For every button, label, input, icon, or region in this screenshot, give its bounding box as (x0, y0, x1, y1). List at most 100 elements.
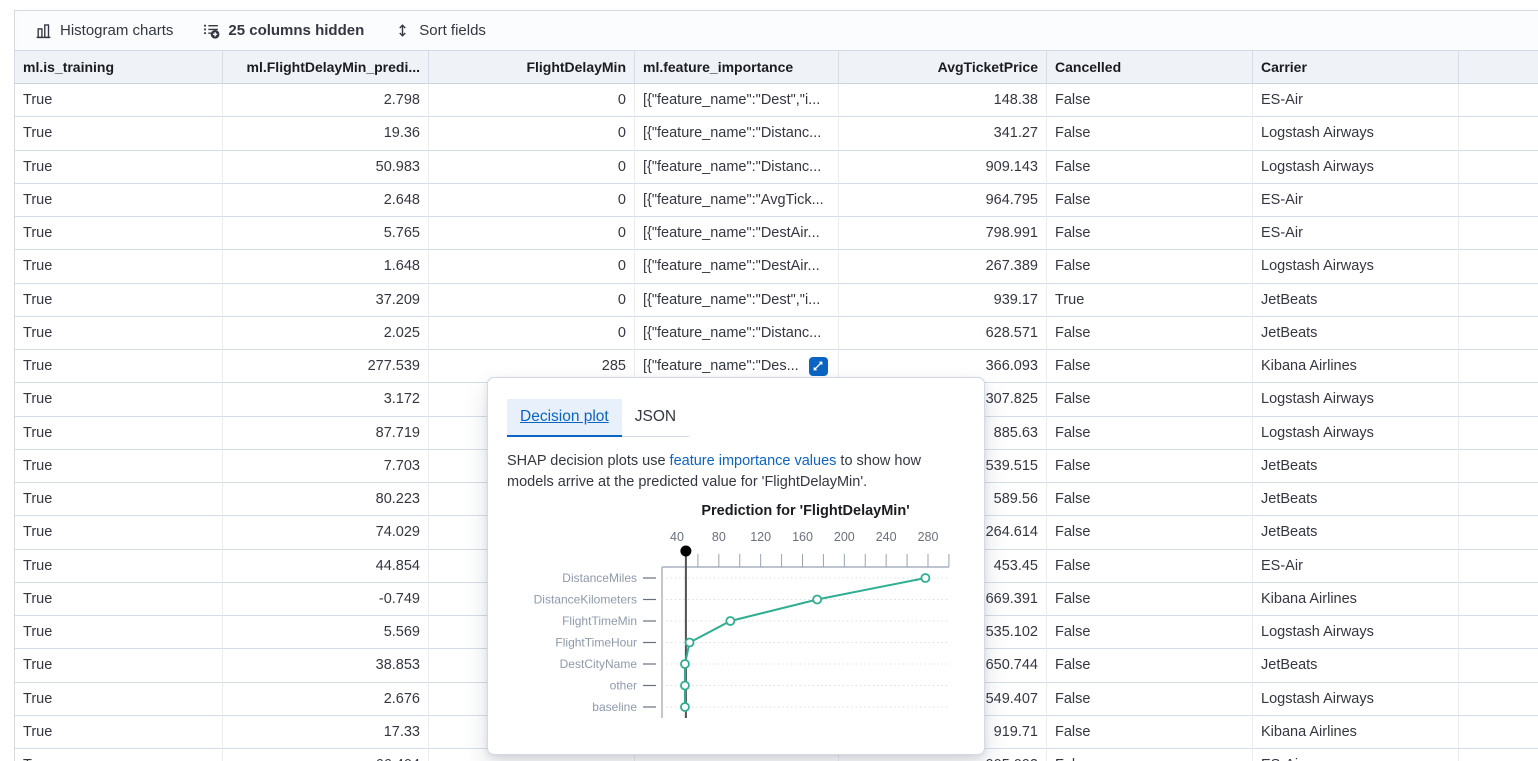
cell-carrier[interactable]: JetBeats (1253, 649, 1459, 682)
cell-actual[interactable]: 0 (429, 184, 635, 217)
cell-actual[interactable]: 0 (429, 250, 635, 283)
cell-training[interactable]: True (15, 317, 223, 350)
cell-training[interactable]: True (15, 284, 223, 317)
cell-carrier[interactable]: ES-Air (1253, 84, 1459, 117)
cell-cancelled[interactable]: False (1047, 649, 1253, 682)
cell-predicted[interactable]: 5.765 (223, 217, 429, 250)
cell-carrier[interactable]: Logstash Airways (1253, 151, 1459, 184)
cell-training[interactable]: True (15, 450, 223, 483)
cell-cancelled[interactable]: False (1047, 550, 1253, 583)
column-header-ml-is-training[interactable]: ml.is_training (15, 51, 223, 83)
cell-training[interactable]: True (15, 151, 223, 184)
cell-predicted[interactable]: 1.648 (223, 250, 429, 283)
cell-training[interactable]: True (15, 250, 223, 283)
cell-price[interactable]: 341.27 (839, 117, 1047, 150)
cell-training[interactable]: True (15, 616, 223, 649)
cell-carrier[interactable]: JetBeats (1253, 483, 1459, 516)
cell-cancelled[interactable]: False (1047, 683, 1253, 716)
cell-actual[interactable]: 0 (429, 317, 635, 350)
cell-importance[interactable]: [{"feature_name":"DestAir... (635, 250, 839, 283)
cell-cancelled[interactable]: False (1047, 350, 1253, 383)
cell-carrier[interactable]: ES-Air (1253, 550, 1459, 583)
cell-predicted[interactable]: 3.172 (223, 383, 429, 416)
cell-carrier[interactable]: Kibana Airlines (1253, 716, 1459, 749)
cell-carrier[interactable]: JetBeats (1253, 317, 1459, 350)
cell-training[interactable]: True (15, 716, 223, 749)
cell-actual[interactable]: 0 (429, 84, 635, 117)
cell-importance[interactable]: [{"feature_name":"Distanc... (635, 317, 839, 350)
columns-hidden-button[interactable]: 25 columns hidden (203, 22, 364, 39)
cell-price[interactable]: 909.143 (839, 151, 1047, 184)
cell-training[interactable]: True (15, 117, 223, 150)
cell-price[interactable]: 628.571 (839, 317, 1047, 350)
cell-importance[interactable]: [{"feature_name":"Distanc... (635, 117, 839, 150)
cell-predicted[interactable]: 2.025 (223, 317, 429, 350)
tab-json[interactable]: JSON (622, 399, 689, 436)
cell-training[interactable]: True (15, 350, 223, 383)
cell-importance[interactable]: [{"feature_name":"Dest","i... (635, 284, 839, 317)
cell-predicted[interactable]: 37.209 (223, 284, 429, 317)
cell-carrier[interactable]: JetBeats (1253, 450, 1459, 483)
cell-actual[interactable]: 0 (429, 284, 635, 317)
cell-cancelled[interactable]: False (1047, 217, 1253, 250)
feature-importance-link[interactable]: feature importance values (670, 453, 837, 469)
cell-cancelled[interactable]: False (1047, 716, 1253, 749)
cell-predicted[interactable]: 2.648 (223, 184, 429, 217)
cell-predicted[interactable]: 50.983 (223, 151, 429, 184)
cell-predicted[interactable]: 2.676 (223, 683, 429, 716)
cell-price[interactable]: 964.795 (839, 184, 1047, 217)
expand-cell-button[interactable] (809, 357, 828, 376)
cell-carrier[interactable]: Logstash Airways (1253, 383, 1459, 416)
cell-training[interactable]: True (15, 583, 223, 616)
cell-predicted[interactable]: -0.749 (223, 583, 429, 616)
cell-training[interactable]: True (15, 84, 223, 117)
cell-predicted[interactable]: 38.853 (223, 649, 429, 682)
cell-carrier[interactable]: Kibana Airlines (1253, 583, 1459, 616)
cell-importance[interactable]: [{"feature_name":"Dest","i... (635, 84, 839, 117)
sort-fields-button[interactable]: Sort fields (394, 22, 486, 39)
cell-price[interactable]: 148.38 (839, 84, 1047, 117)
cell-carrier[interactable]: Logstash Airways (1253, 117, 1459, 150)
column-header-cancelled[interactable]: Cancelled (1047, 51, 1253, 83)
cell-cancelled[interactable]: False (1047, 483, 1253, 516)
cell-predicted[interactable]: 2.798 (223, 84, 429, 117)
cell-cancelled[interactable]: False (1047, 450, 1253, 483)
cell-cancelled[interactable]: False (1047, 84, 1253, 117)
cell-importance[interactable]: [{"feature_name":"AvgTick... (635, 184, 839, 217)
cell-predicted[interactable]: 87.719 (223, 417, 429, 450)
cell-training[interactable]: True (15, 184, 223, 217)
cell-importance[interactable]: [{"feature_name":"DestAir... (635, 217, 839, 250)
cell-price[interactable]: 267.389 (839, 250, 1047, 283)
cell-carrier[interactable]: JetBeats (1253, 516, 1459, 549)
cell-cancelled[interactable]: False (1047, 383, 1253, 416)
cell-predicted[interactable]: 5.569 (223, 616, 429, 649)
column-header-avgticketprice[interactable]: AvgTicketPrice (839, 51, 1047, 83)
cell-predicted[interactable]: 7.703 (223, 450, 429, 483)
column-header-flightdelaymin[interactable]: FlightDelayMin (429, 51, 635, 83)
cell-training[interactable]: True (15, 217, 223, 250)
cell-training[interactable]: True (15, 516, 223, 549)
cell-predicted[interactable]: 17.33 (223, 716, 429, 749)
cell-actual[interactable]: 0 (429, 151, 635, 184)
cell-cancelled[interactable]: False (1047, 184, 1253, 217)
cell-cancelled[interactable]: False (1047, 583, 1253, 616)
cell-cancelled[interactable]: False (1047, 317, 1253, 350)
histogram-charts-button[interactable]: Histogram charts (35, 22, 173, 39)
cell-carrier[interactable]: Logstash Airways (1253, 683, 1459, 716)
cell-carrier[interactable]: Kibana Airlines (1253, 350, 1459, 383)
cell-carrier[interactable]: ES-Air (1253, 217, 1459, 250)
cell-cancelled[interactable]: False (1047, 151, 1253, 184)
cell-training[interactable]: True (15, 417, 223, 450)
cell-carrier[interactable]: Logstash Airways (1253, 417, 1459, 450)
column-header-ml-feature-importance[interactable]: ml.feature_importance (635, 51, 839, 83)
cell-training[interactable]: True (15, 649, 223, 682)
cell-actual[interactable]: 0 (429, 217, 635, 250)
cell-price[interactable]: 798.991 (839, 217, 1047, 250)
column-header-carrier[interactable]: Carrier (1253, 51, 1459, 83)
cell-cancelled[interactable]: False (1047, 250, 1253, 283)
cell-importance[interactable]: [{"feature_name":"Distanc... (635, 151, 839, 184)
cell-cancelled[interactable]: False (1047, 749, 1253, 761)
cell-cancelled[interactable]: True (1047, 284, 1253, 317)
cell-training[interactable]: True (15, 683, 223, 716)
cell-carrier[interactable]: Logstash Airways (1253, 250, 1459, 283)
